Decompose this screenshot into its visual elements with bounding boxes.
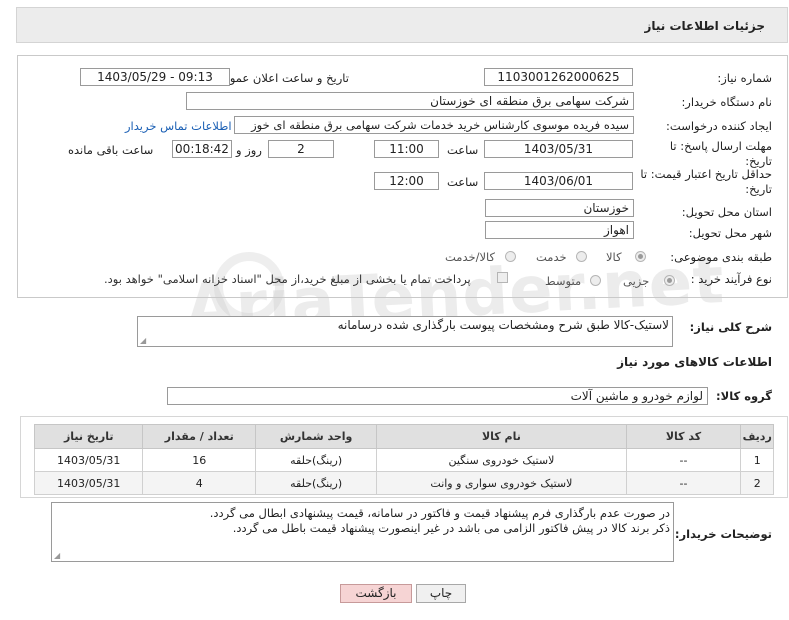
- reply-time-label: ساعت: [447, 143, 479, 157]
- description-text: لاستیک-کالا طبق شرح ومشخصات پیوست بارگذا…: [337, 318, 669, 332]
- buyer-notes-label: توضیحات خریدار:: [674, 527, 772, 541]
- city-label: شهر محل تحویل:: [688, 226, 772, 240]
- table-row: 1 -- لاستیک خودروی سنگین (رینگ)حلقه 16 1…: [33, 448, 774, 472]
- reply-time-field: 11:00: [374, 140, 439, 158]
- validity-time-field: 12:00: [374, 172, 439, 190]
- requester-label: ایجاد کننده درخواست:: [666, 119, 772, 133]
- category-radio-both[interactable]: [505, 251, 516, 262]
- col-date: تاریخ نیاز: [33, 424, 144, 449]
- purchase-minor-label: جزیی: [623, 274, 650, 288]
- purchase-medium-label: متوسط: [545, 274, 582, 288]
- announce-field: 1403/05/29 - 09:13: [80, 68, 230, 86]
- cell-code: --: [625, 448, 742, 472]
- remaining-label: ساعت باقی مانده: [68, 143, 154, 157]
- purchase-radio-medium[interactable]: [590, 275, 601, 286]
- col-row: ردیف: [740, 424, 774, 449]
- reply-deadline-label: مهلت ارسال پاسخ: تا تاریخ:: [669, 139, 772, 168]
- province-field: خوزستان: [485, 199, 634, 217]
- buyer-notes-field: در صورت عدم بارگذاری فرم پیشنهاد قیمت و …: [51, 502, 674, 562]
- buyer-org-field: شرکت سهامی برق منطقه ای خوزستان: [186, 92, 634, 110]
- need-number-field: 1103001262000625: [484, 68, 633, 86]
- col-unit: واحد شمارش: [255, 424, 378, 449]
- page-header: جزئیات اطلاعات نیاز: [16, 7, 788, 43]
- reply-date-field: 1403/05/31: [484, 140, 633, 158]
- remaining-time-field: 00:18:42: [172, 140, 232, 158]
- category-radio-goods[interactable]: [635, 251, 646, 262]
- validity-label: حداقل تاریخ اعتبار قیمت: تا تاریخ:: [640, 167, 772, 196]
- goods-group-field: لوازم خودرو و ماشین آلات: [167, 387, 708, 405]
- need-number-label: شماره نیاز:: [717, 71, 772, 85]
- city-field: اهواز: [485, 221, 634, 239]
- contact-link[interactable]: اطلاعات تماس خریدار: [125, 119, 232, 133]
- print-button[interactable]: چاپ: [416, 584, 466, 603]
- resize-handle-icon[interactable]: ◢: [140, 336, 146, 345]
- cell-qty: 4: [142, 471, 257, 495]
- goods-section-title: اطلاعات کالاهای مورد نیاز: [617, 355, 772, 369]
- buyer-org-label: نام دستگاه خریدار:: [681, 95, 772, 109]
- validity-date-field: 1403/06/01: [484, 172, 633, 190]
- cell-unit: (رینگ)حلقه: [255, 448, 378, 472]
- category-goods-label: کالا: [606, 250, 622, 264]
- cell-row: 1: [740, 448, 774, 472]
- treasury-note: پرداخت تمام یا بخشی از مبلغ خرید،از محل …: [104, 272, 471, 286]
- table-row: 2 -- لاستیک خودروی سواری و وانت (رینگ)حل…: [33, 471, 774, 495]
- purchase-radio-minor[interactable]: [664, 275, 675, 286]
- cell-name: لاستیک خودروی سنگین: [376, 448, 627, 472]
- province-label: استان محل تحویل:: [681, 205, 772, 219]
- cell-date: 1403/05/31: [33, 448, 144, 472]
- col-name: نام کالا: [376, 424, 627, 449]
- page-title: جزئیات اطلاعات نیاز: [644, 19, 765, 33]
- treasury-checkbox[interactable]: [497, 272, 508, 283]
- category-both-label: کالا/خدمت: [445, 250, 496, 264]
- announce-label: تاریخ و ساعت اعلان عمومی:: [210, 71, 349, 85]
- category-label: طبقه بندی موضوعی:: [670, 250, 772, 264]
- days-field: 2: [268, 140, 334, 158]
- requester-field: سیده فریده موسوی کارشناس خرید خدمات شرکت…: [234, 116, 634, 134]
- back-button[interactable]: بازگشت: [340, 584, 412, 603]
- cell-date: 1403/05/31: [33, 471, 144, 495]
- cell-code: --: [625, 471, 742, 495]
- col-code: کد کالا: [625, 424, 742, 449]
- category-radio-service[interactable]: [576, 251, 587, 262]
- goods-table: ردیف کد کالا نام کالا واحد شمارش تعداد /…: [33, 424, 774, 495]
- cell-row: 2: [740, 471, 774, 495]
- buyer-note-line-2: ذکر برند کالا در پیش فاکتور الزامی می با…: [232, 521, 670, 535]
- category-service-label: خدمت: [536, 250, 567, 264]
- goods-group-label: گروه کالا:: [716, 389, 772, 403]
- purchase-type-label: نوع فرآیند خرید :: [690, 272, 772, 286]
- description-label: شرح کلی نیاز:: [689, 320, 772, 334]
- col-qty: تعداد / مقدار: [142, 424, 257, 449]
- buyer-note-line-1: در صورت عدم بارگذاری فرم پیشنهاد قیمت و …: [209, 506, 670, 520]
- days-label: روز و: [236, 143, 262, 157]
- resize-handle-icon[interactable]: ◢: [54, 551, 60, 560]
- cell-name: لاستیک خودروی سواری و وانت: [376, 471, 627, 495]
- cell-qty: 16: [142, 448, 257, 472]
- description-field: لاستیک-کالا طبق شرح ومشخصات پیوست بارگذا…: [137, 316, 673, 347]
- validity-time-label: ساعت: [447, 175, 479, 189]
- cell-unit: (رینگ)حلقه: [255, 471, 378, 495]
